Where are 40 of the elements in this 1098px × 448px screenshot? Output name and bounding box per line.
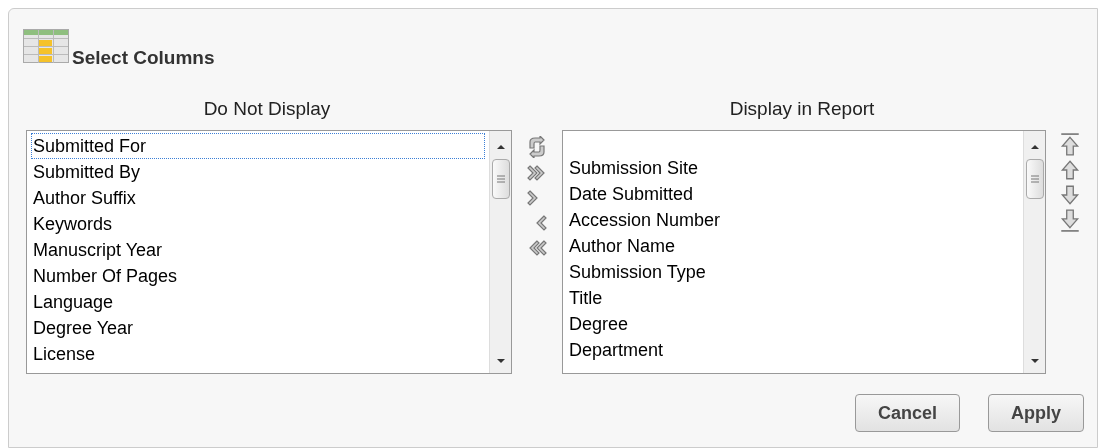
scroll-up-icon[interactable]: [1029, 143, 1040, 151]
move-bottom-icon[interactable]: [1059, 208, 1081, 232]
list-item[interactable]: Date Submitted: [567, 181, 1019, 207]
list-item[interactable]: Author Suffix: [31, 185, 485, 211]
list-item[interactable]: Department: [567, 337, 1019, 363]
list-item[interactable]: Title: [567, 285, 1019, 311]
list-item[interactable]: License: [31, 341, 485, 367]
scroll-up-icon[interactable]: [495, 143, 506, 151]
grip-icon: [496, 175, 505, 183]
grip-icon: [1030, 175, 1039, 183]
move-down-icon[interactable]: [1059, 183, 1081, 207]
list-item[interactable]: Accession Number: [567, 207, 1019, 233]
move-top-icon[interactable]: [1059, 133, 1081, 157]
apply-button[interactable]: Apply: [988, 394, 1084, 432]
list-box[interactable]: Submission Site Date Submitted Accession Number Author Name Submission Type Title Degree Department: [562, 130, 1046, 374]
list-item[interactable]: Language: [31, 289, 485, 315]
column-heading: Do Not Display: [202, 97, 332, 121]
list-item[interactable]: Submitted By: [31, 159, 485, 185]
scrollbar[interactable]: [1023, 131, 1045, 373]
list-box[interactable]: Submitted For Submitted By Author Suffix Keywords Manuscript Year Number Of Pages Language Degree Year License: [26, 130, 512, 374]
list-item[interactable]: Manuscript Year: [31, 237, 485, 263]
list-item[interactable]: Submitted For: [31, 133, 485, 159]
move-up-icon[interactable]: [1059, 158, 1081, 182]
list-item[interactable]: Author Name: [567, 233, 1019, 259]
scroll-down-icon[interactable]: [1029, 357, 1040, 365]
scrollbar[interactable]: [489, 131, 511, 373]
list-item[interactable]: Degree Year: [31, 315, 485, 341]
dialog-title: Select Columns: [72, 48, 215, 67]
refresh-icon[interactable]: [526, 136, 548, 158]
column-heading: Display in Report: [728, 97, 876, 121]
list-item[interactable]: Degree: [567, 311, 1019, 337]
list-item[interactable]: Keywords: [31, 211, 485, 237]
scroll-thumb[interactable]: [1025, 159, 1044, 199]
list-item[interactable]: Submission Site: [567, 155, 1019, 181]
list-item[interactable]: Submission Type: [567, 259, 1019, 285]
table-icon: [23, 29, 69, 65]
cancel-button[interactable]: Cancel: [855, 394, 960, 432]
list-item[interactable]: Number Of Pages: [31, 263, 485, 289]
scroll-down-icon[interactable]: [495, 357, 506, 365]
scroll-thumb[interactable]: [491, 159, 510, 199]
